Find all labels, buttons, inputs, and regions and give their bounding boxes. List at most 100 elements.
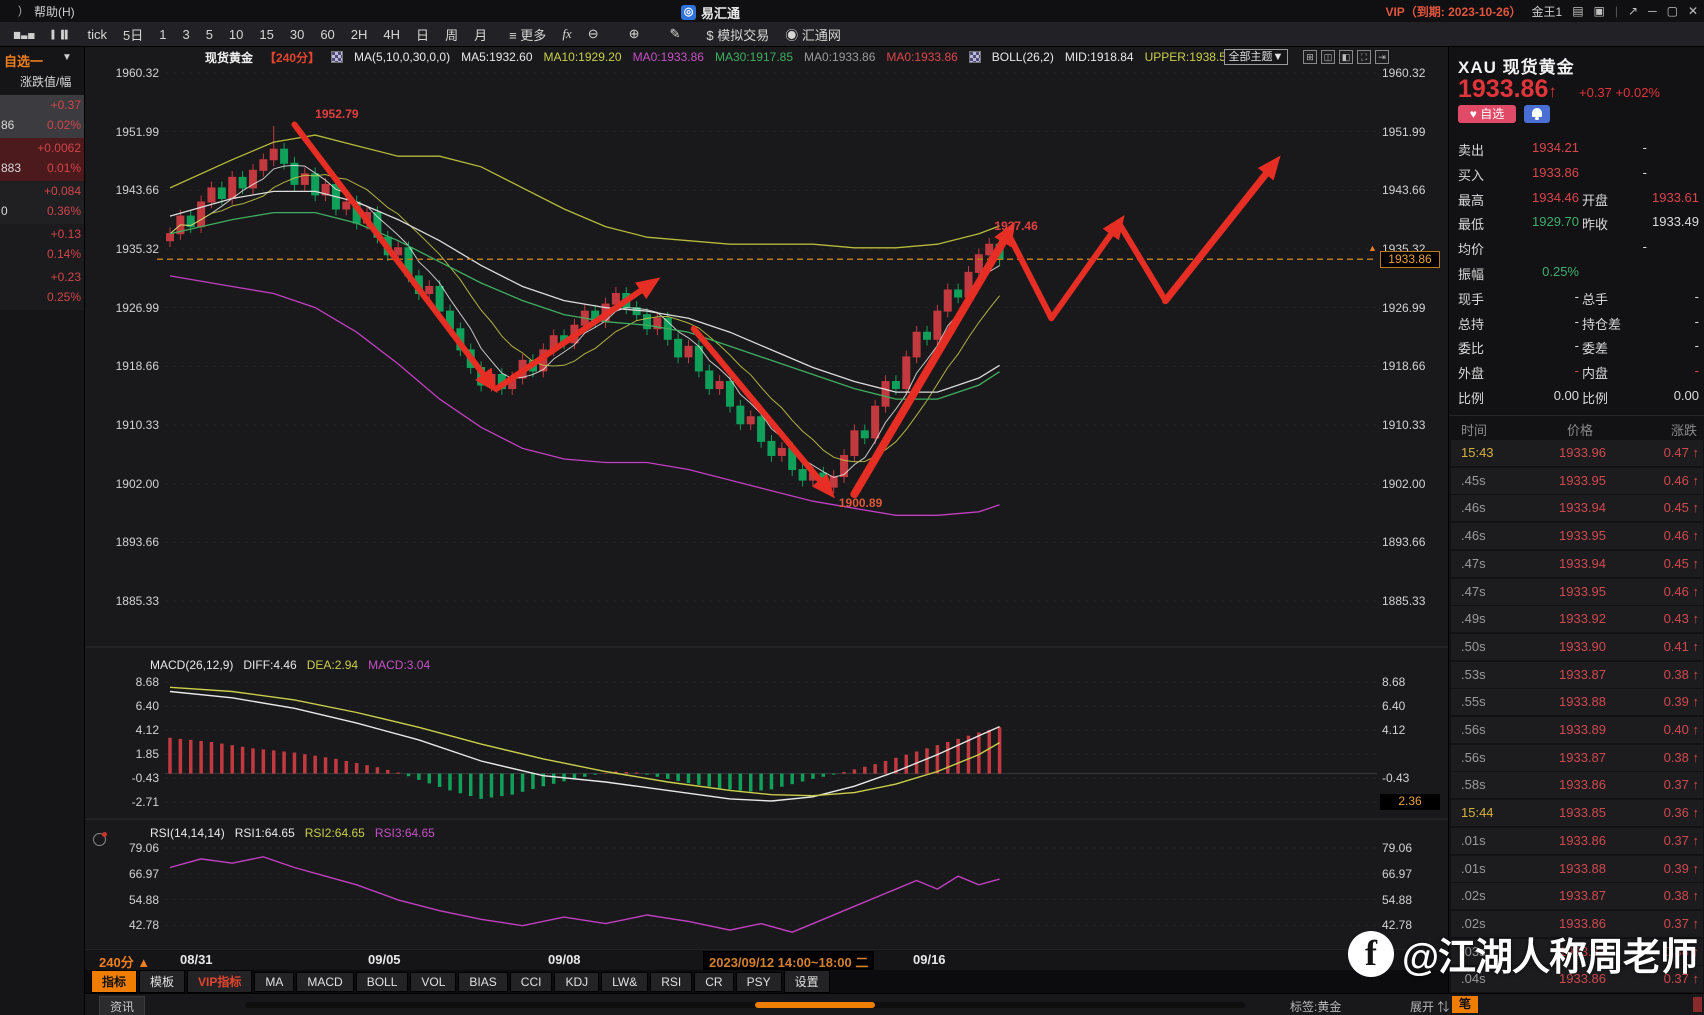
chevron-down-icon[interactable]: ▼ [62,52,72,63]
notes-icon[interactable]: ▤ [1572,4,1583,18]
huitong-site-link[interactable]: ◉ 汇通网 [777,23,849,46]
watchlist-row[interactable]: +0.084 0 0.36% [0,181,84,224]
simulated-trading-button[interactable]: $ 模拟交易 [698,23,777,46]
tab-MACD[interactable]: MACD [296,971,354,992]
tab-设置[interactable]: 设置 [783,970,830,993]
tab-KDJ[interactable]: KDJ [554,971,600,992]
axis-label: 4.12 [135,723,159,737]
axis-label: 54.88 [128,892,159,907]
axis-label: 66.97 [128,866,159,881]
timeframe-60[interactable]: 60 [312,25,342,44]
axis-label: 6.40 [1382,699,1406,713]
formula-icon[interactable]: fx [554,24,579,44]
tag-label[interactable]: 标签:黄金 [1290,998,1341,1015]
quote-row: 委比 - 委差 - [1449,338,1704,362]
rsi-params[interactable]: RSI(14,14,14) [150,826,225,840]
username[interactable]: 金王1 [1532,3,1563,20]
scrollbar-end[interactable] [1693,997,1702,1012]
price-chart-canvas[interactable] [85,47,1448,950]
scrollbar-thumb[interactable] [755,1002,875,1008]
add-favorite-button[interactable]: ♥ 自选 [1458,105,1516,123]
more-menu[interactable]: ≡ 更多 [501,23,554,46]
period-label[interactable]: 【240分】 [264,49,320,66]
tab-MA[interactable]: MA [254,971,295,992]
tab-PSY[interactable]: PSY [735,971,782,992]
timeframe-周[interactable]: 周 [437,23,466,46]
tab-BOLL[interactable]: BOLL [355,971,409,992]
restore-button[interactable]: ▢ [1667,4,1678,18]
boll-settings-icon[interactable] [968,51,981,63]
watchlist-row[interactable]: +0.37 86 0.02% [0,95,84,138]
expand-button[interactable]: 展开 ⇅ [1410,998,1449,1015]
quote-row: 振幅 0.25% [1449,264,1704,288]
tick-price: 1933.88 [1559,694,1606,710]
tab-VOL[interactable]: VOL [410,971,457,992]
layout-expand-icon[interactable]: ⇥ [1375,50,1389,64]
layout-grid-icon[interactable]: ⊞ [1303,50,1317,64]
tab-模板[interactable]: 模板 [139,970,186,993]
close-button[interactable]: ✕ [1688,4,1698,18]
tick-price: 1933.94 [1559,500,1606,516]
tick-chart-icon[interactable]: ▌▐▌ [51,30,71,39]
axis-label: 1885.33 [1382,594,1426,609]
menu-help[interactable]: 帮助(H) [34,3,75,20]
price-fragment: 0 [1,204,8,218]
tab-CR[interactable]: CR [694,971,734,992]
timeframe-30[interactable]: 30 [282,25,312,44]
tab-CCI[interactable]: CCI [509,971,553,992]
timeframe-日[interactable]: 日 [408,23,437,46]
macd-diff-value: DIFF:4.46 [243,658,297,672]
tab-RSI[interactable]: RSI [650,971,693,992]
horizontal-scrollbar[interactable] [245,1002,1245,1008]
watchlist-column-header[interactable]: 涨跌值/幅 [20,73,71,90]
layout-right-icon[interactable]: ◧ [1339,50,1353,64]
minimize-button[interactable]: ─ [1648,4,1657,18]
timeframe-10[interactable]: 10 [221,25,251,44]
quote-label: 均价 [1458,242,1485,258]
watchlist-rows: +0.37 86 0.02% +0.0062 883 0.01% +0.084 0 0.36% +… [0,95,84,310]
axis-label: 6.40 [135,699,159,713]
symbol-name[interactable]: 现货黄金 [205,49,253,66]
tab-BIAS[interactable]: BIAS [458,971,508,992]
vip-status[interactable]: VIP（到期: 2023-10-26） [1385,3,1521,20]
zoom-in-icon[interactable]: ⊕ [621,24,648,44]
pen-button[interactable]: 笔 [1452,996,1478,1013]
quote-value: - [1642,140,1647,155]
timeframe-1[interactable]: 1 [151,25,174,44]
quote-label: 内盘 [1582,366,1609,382]
tab-news[interactable]: 资讯 [99,996,146,1015]
watchlist-row[interactable]: +0.23 0.25% [0,267,84,310]
theme-select-button[interactable]: 全部主题▼ [1224,49,1288,65]
tab-VIP指标[interactable]: VIP指标 [187,970,253,993]
axis-label: 4.12 [1382,723,1406,737]
alert-button[interactable] [1524,105,1550,123]
timeframe-4H[interactable]: 4H [375,25,408,44]
timeframe-月[interactable]: 月 [466,23,495,46]
tick-time: .55s [1461,694,1486,710]
macd-params[interactable]: MACD(26,12,9) [150,658,233,672]
resize-icon[interactable]: ↗ [1628,4,1638,18]
watchlist-group[interactable]: 自选一 [4,51,43,70]
macd-macd-value: MACD:3.04 [368,658,431,672]
tab-指标[interactable]: 指标 [91,970,138,993]
watchlist-row[interactable]: +0.13 0.14% [0,224,84,267]
title-bar: ) 帮助(H) ◎ 易汇通 VIP（到期: 2023-10-26） 金王1 ▤ … [0,0,1704,22]
indicator-settings-icon[interactable] [93,832,107,846]
period-indicator[interactable]: 240分 ▲ [99,952,150,971]
draw-pencil-icon[interactable]: ✎ [662,24,689,44]
change-percent: 0.01% [46,161,81,175]
kline-chart-icon[interactable]: ▆▃▅ [14,30,35,39]
zoom-out-icon[interactable]: ⊖ [580,24,607,44]
timeframe-2H[interactable]: 2H [343,25,376,44]
tab-LW&[interactable]: LW& [601,971,649,992]
watchlist-row[interactable]: +0.0062 883 0.01% [0,138,84,181]
layout-left-icon[interactable]: ◫ [1321,50,1335,64]
timeframe-tick[interactable]: tick [79,25,115,44]
timeframe-3[interactable]: 3 [174,25,197,44]
layout-full-icon[interactable]: ⛶ [1357,50,1371,64]
timeframe-5日[interactable]: 5日 [115,23,151,46]
theme-skin-icon[interactable]: ▣ [1594,4,1605,18]
timeframe-15[interactable]: 15 [251,25,281,44]
ma-settings-icon[interactable] [331,51,344,63]
timeframe-5[interactable]: 5 [198,25,221,44]
